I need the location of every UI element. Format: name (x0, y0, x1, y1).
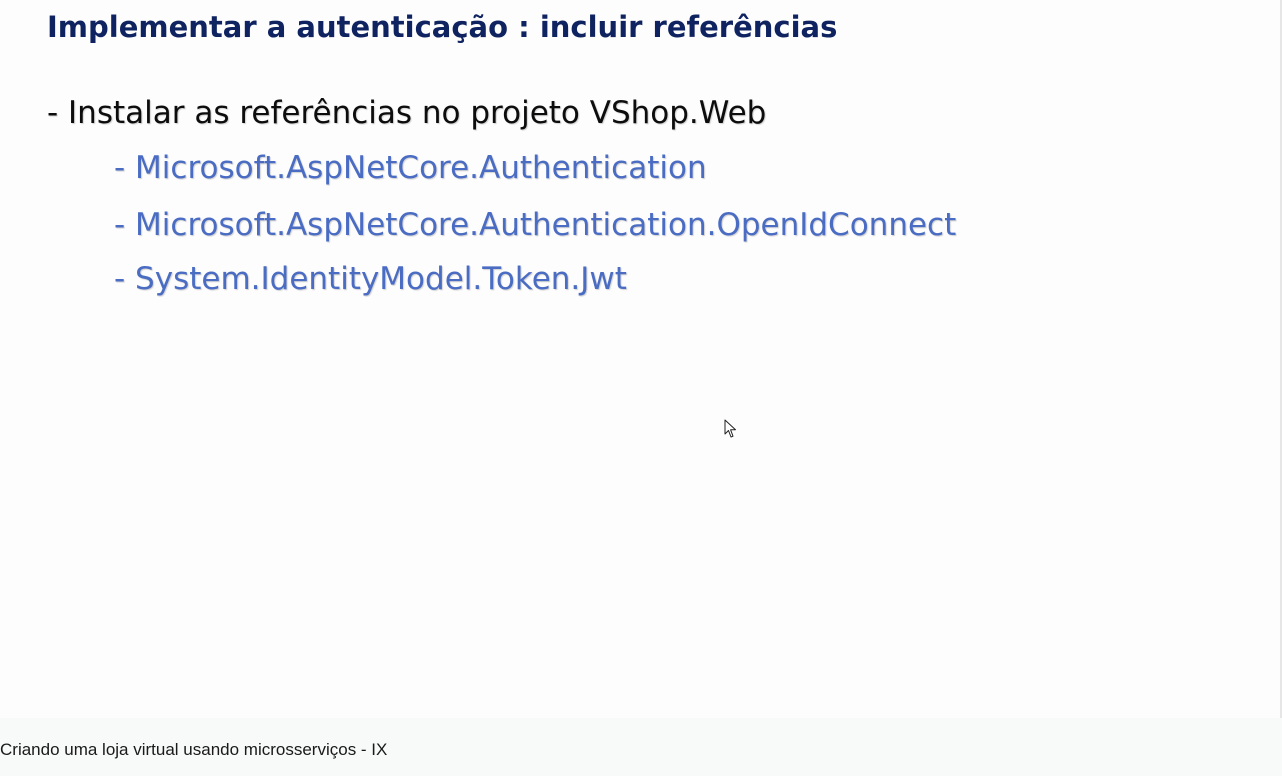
presentation-slide: Implementar a autenticação : incluir ref… (0, 0, 1282, 718)
video-caption-bar: Criando uma loja virtual usando microsse… (0, 718, 1282, 776)
sub-bullet-jwt: - System.IdentityModel.Token.Jwt (114, 261, 627, 297)
mouse-pointer-icon (724, 419, 736, 438)
sub-bullet-openidconnect: - Microsoft.AspNetCore.Authentication.Op… (114, 207, 957, 243)
slide-title: Implementar a autenticação : incluir ref… (47, 10, 838, 44)
sub-bullet-authentication: - Microsoft.AspNetCore.Authentication (114, 150, 707, 186)
main-bullet: - Instalar as referências no projeto VSh… (47, 95, 767, 131)
video-title[interactable]: Criando uma loja virtual usando microsse… (0, 740, 387, 760)
